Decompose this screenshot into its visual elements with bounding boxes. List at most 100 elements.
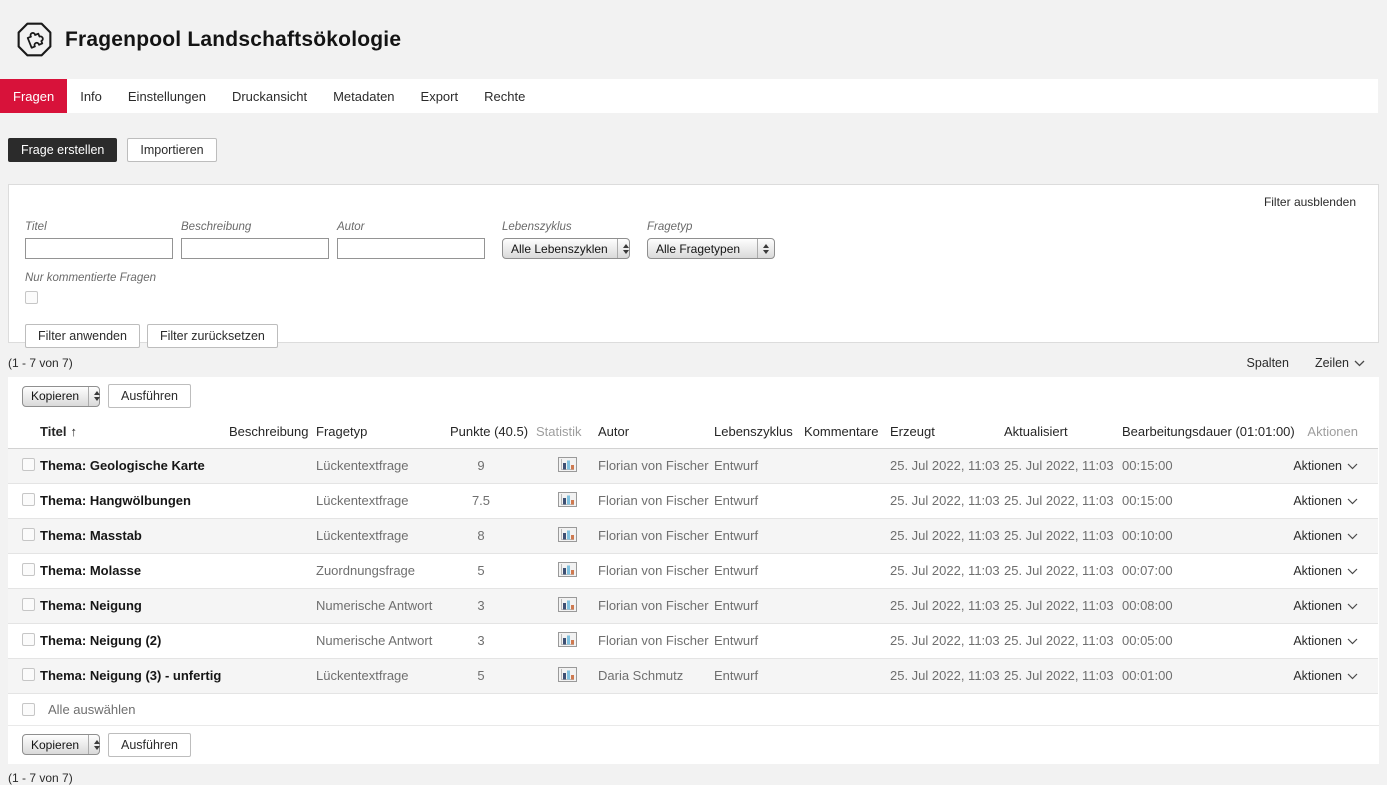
statistics-icon[interactable]	[558, 562, 577, 577]
row-actions-dropdown[interactable]: Aktionen	[1293, 529, 1358, 543]
header-autor[interactable]: Autor	[598, 415, 714, 448]
header-titel[interactable]: Titel↑	[40, 415, 229, 448]
cell-kommentare	[804, 623, 890, 658]
apply-filter-button[interactable]: Filter anwenden	[25, 324, 140, 348]
cell-lebenszyklus: Entwurf	[714, 658, 804, 693]
row-actions-dropdown[interactable]: Aktionen	[1293, 599, 1358, 613]
select-arrows-icon	[757, 239, 774, 258]
lifecycle-select[interactable]: Alle Lebenszyklen	[502, 238, 630, 259]
filter-beschreibung-input[interactable]	[181, 238, 329, 259]
header-kommentare[interactable]: Kommentare	[804, 415, 890, 448]
row-checkbox[interactable]	[22, 528, 35, 541]
header-lebenszyklus[interactable]: Lebenszyklus	[714, 415, 804, 448]
cell-fragetyp: Lückentextfrage	[316, 658, 450, 693]
cell-aktualisiert: 25. Jul 2022, 11:03	[1004, 588, 1122, 623]
statistics-icon[interactable]	[558, 527, 577, 542]
header-erzeugt[interactable]: Erzeugt	[890, 415, 1004, 448]
columns-link[interactable]: Spalten	[1247, 356, 1289, 370]
filter-autor-input[interactable]	[337, 238, 485, 259]
execute-button[interactable]: Ausführen	[108, 384, 191, 408]
chevron-down-icon	[1347, 498, 1358, 505]
bulk-action-select[interactable]: Kopieren	[22, 734, 100, 755]
cell-kommentare	[804, 553, 890, 588]
bulk-action-select[interactable]: Kopieren	[22, 386, 100, 407]
question-title-link[interactable]: Thema: Molasse	[40, 553, 229, 588]
cell-autor: Florian von Fischer	[598, 553, 714, 588]
commented-only-label: Nur kommentierte Fragen	[25, 272, 1362, 284]
tab-metadaten[interactable]: Metadaten	[320, 79, 407, 113]
cell-aktualisiert: 25. Jul 2022, 11:03	[1004, 553, 1122, 588]
cell-fragetyp: Lückentextfrage	[316, 518, 450, 553]
questiontype-select[interactable]: Alle Fragetypen	[647, 238, 775, 259]
statistics-icon[interactable]	[558, 492, 577, 507]
statistics-icon[interactable]	[558, 632, 577, 647]
row-checkbox[interactable]	[22, 563, 35, 576]
filter-field-titel: Titel	[25, 221, 173, 259]
question-title-link[interactable]: Thema: Masstab	[40, 518, 229, 553]
cell-punkte: 8	[450, 518, 536, 553]
filter-autor-label: Autor	[337, 221, 485, 233]
cell-beschreibung	[229, 518, 316, 553]
header-aktualisiert[interactable]: Aktualisiert	[1004, 415, 1122, 448]
tab-einstellungen[interactable]: Einstellungen	[115, 79, 219, 113]
statistics-icon[interactable]	[558, 597, 577, 612]
row-actions-dropdown[interactable]: Aktionen	[1293, 634, 1358, 648]
cell-kommentare	[804, 448, 890, 483]
execute-button[interactable]: Ausführen	[108, 733, 191, 757]
filter-field-beschreibung: Beschreibung	[181, 221, 329, 259]
cell-fragetyp: Lückentextfrage	[316, 448, 450, 483]
tab-info[interactable]: Info	[67, 79, 115, 113]
row-actions-dropdown[interactable]: Aktionen	[1293, 494, 1358, 508]
select-all-label: Alle auswählen	[48, 702, 135, 717]
row-checkbox[interactable]	[22, 493, 35, 506]
row-checkbox[interactable]	[22, 668, 35, 681]
tab-druckansicht[interactable]: Druckansicht	[219, 79, 320, 113]
row-actions-dropdown[interactable]: Aktionen	[1293, 459, 1358, 473]
row-actions-dropdown[interactable]: Aktionen	[1293, 564, 1358, 578]
cell-aktualisiert: 25. Jul 2022, 11:03	[1004, 483, 1122, 518]
question-title-link[interactable]: Thema: Neigung	[40, 588, 229, 623]
cell-aktualisiert: 25. Jul 2022, 11:03	[1004, 518, 1122, 553]
header-fragetyp[interactable]: Fragetyp	[316, 415, 450, 448]
hide-filter-link[interactable]: Filter ausblenden	[1264, 195, 1356, 209]
select-all-checkbox[interactable]	[22, 703, 35, 716]
question-title-link[interactable]: Thema: Geologische Karte	[40, 448, 229, 483]
result-range-top: (1 - 7 von 7)	[8, 356, 73, 370]
cell-fragetyp: Numerische Antwort	[316, 588, 450, 623]
question-title-link[interactable]: Thema: Hangwölbungen	[40, 483, 229, 518]
filter-beschreibung-label: Beschreibung	[181, 221, 329, 233]
create-question-button[interactable]: Frage erstellen	[8, 138, 117, 162]
tab-rechte[interactable]: Rechte	[471, 79, 538, 113]
reset-filter-button[interactable]: Filter zurücksetzen	[147, 324, 278, 348]
question-title-link[interactable]: Thema: Neigung (2)	[40, 623, 229, 658]
question-table: Titel↑ Beschreibung Fragetyp Punkte (40.…	[8, 415, 1378, 694]
bulk-action-bar-top: Kopieren Ausführen	[8, 377, 1379, 415]
table-row: Thema: Neigung Numerische Antwort 3 Flor…	[8, 588, 1378, 623]
import-button[interactable]: Importieren	[127, 138, 216, 162]
statistics-icon[interactable]	[558, 667, 577, 682]
row-actions-dropdown[interactable]: Aktionen	[1293, 669, 1358, 683]
cell-beschreibung	[229, 553, 316, 588]
row-checkbox[interactable]	[22, 633, 35, 646]
cell-bearbeitungsdauer: 00:05:00	[1122, 623, 1292, 658]
header-bearbeitungsdauer[interactable]: Bearbeitungsdauer (01:01:00)	[1122, 415, 1292, 448]
tab-fragen[interactable]: Fragen	[0, 79, 67, 113]
rows-link[interactable]: Zeilen	[1315, 356, 1365, 370]
commented-only-checkbox[interactable]	[25, 291, 38, 304]
page: Fragenpool Landschaftsökologie Fragen In…	[0, 0, 1387, 785]
cell-autor: Florian von Fischer	[598, 483, 714, 518]
statistics-icon[interactable]	[558, 457, 577, 472]
header-beschreibung[interactable]: Beschreibung	[229, 415, 316, 448]
table-view-links: Spalten Zeilen	[1247, 356, 1379, 370]
tab-export[interactable]: Export	[408, 79, 472, 113]
cell-autor: Daria Schmutz	[598, 658, 714, 693]
cell-erzeugt: 25. Jul 2022, 11:03	[890, 623, 1004, 658]
chevron-down-icon	[1354, 360, 1365, 367]
header-aktionen: Aktionen	[1292, 415, 1378, 448]
filter-titel-input[interactable]	[25, 238, 173, 259]
row-checkbox[interactable]	[22, 598, 35, 611]
header-punkte[interactable]: Punkte (40.5)	[450, 415, 536, 448]
row-checkbox[interactable]	[22, 458, 35, 471]
cell-lebenszyklus: Entwurf	[714, 553, 804, 588]
question-title-link[interactable]: Thema: Neigung (3) - unfertig	[40, 658, 229, 693]
